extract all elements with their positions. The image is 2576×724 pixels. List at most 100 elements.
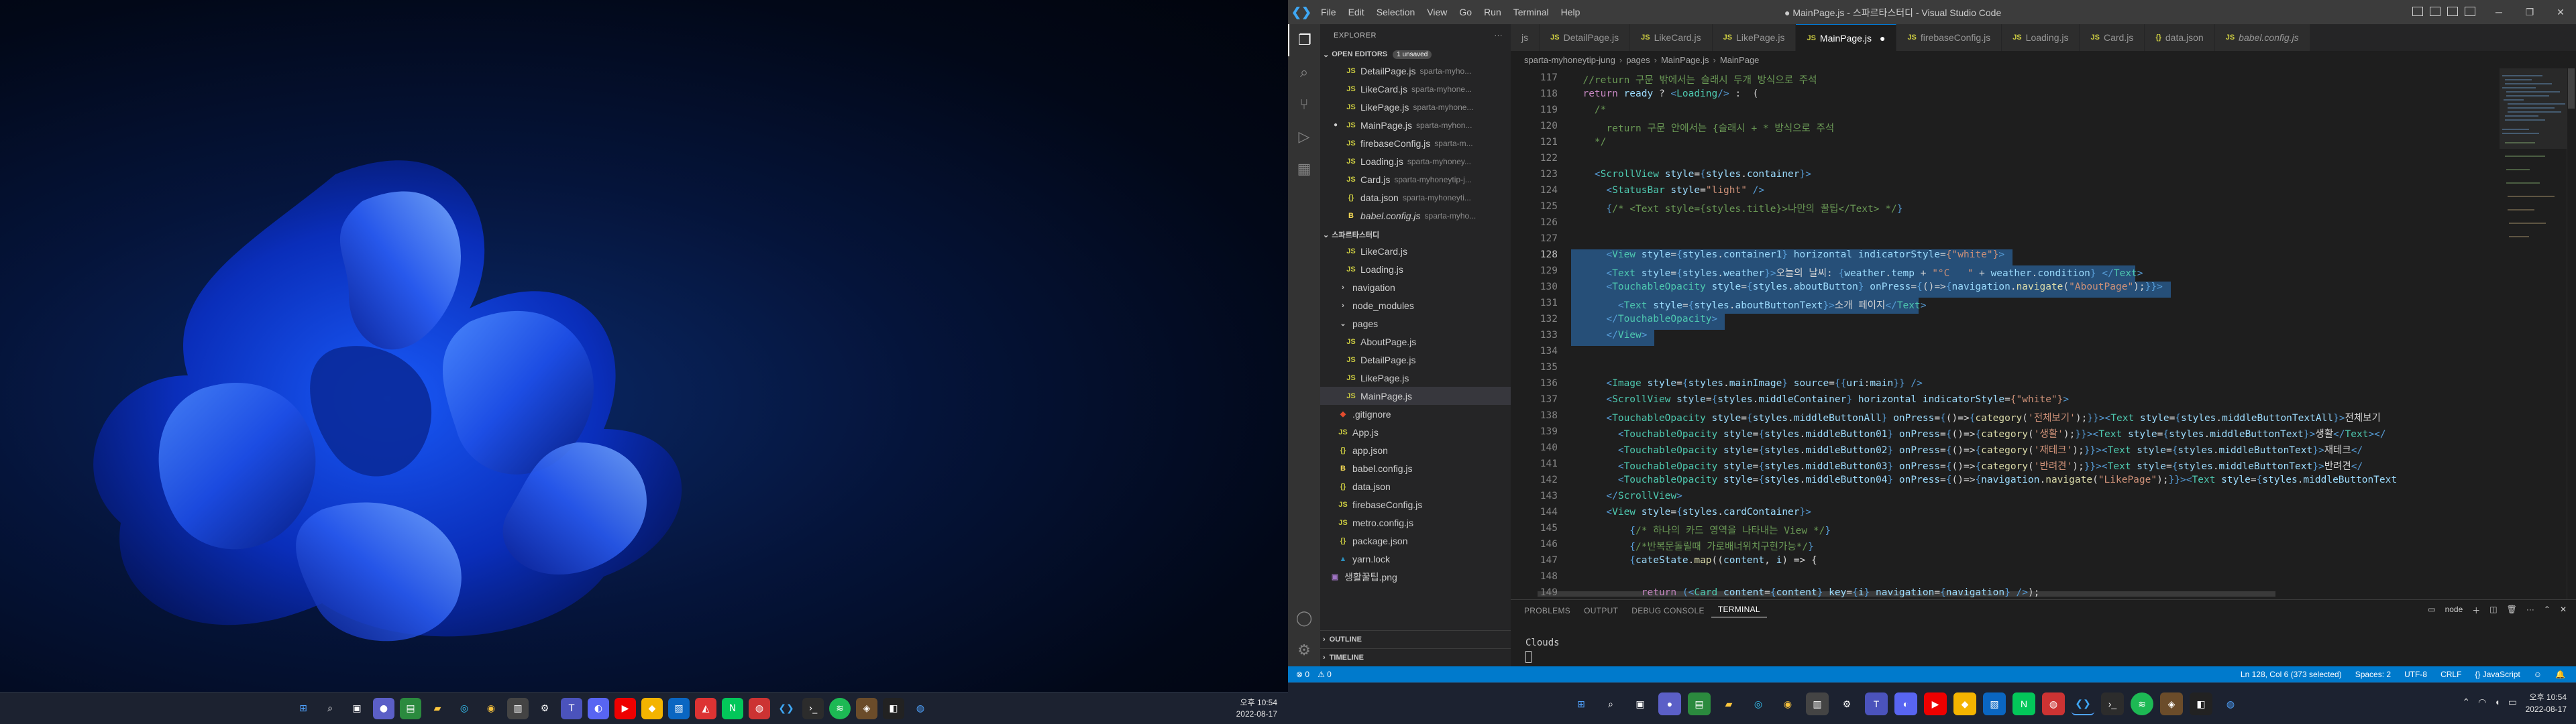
open-editor-item[interactable]: JS DetailPage.js sparta-myho... — [1320, 62, 1511, 80]
chrome-icon[interactable]: ◉ — [1776, 692, 1799, 715]
language-mode[interactable]: {} JavaScript — [2475, 670, 2520, 679]
file-tree-item[interactable]: {} package.json — [1320, 532, 1511, 550]
store-icon[interactable]: ▤ — [1688, 692, 1711, 715]
toggle-panel-icon[interactable] — [2430, 7, 2440, 16]
code-line[interactable]: <TouchableOpacity style={styles.middleBu… — [1571, 426, 2386, 440]
kill-terminal-icon[interactable]: 🗑 — [2507, 605, 2517, 616]
terminal-output[interactable]: Clouds — [1525, 638, 1560, 648]
wifi-icon[interactable]: ◠ — [2478, 697, 2486, 708]
unsaved-dot-icon[interactable]: ● — [1880, 33, 1885, 44]
tab-firebaseconfig-js[interactable]: JS firebaseConfig.js — [1896, 24, 2002, 51]
file-tree-item[interactable]: › node_modules — [1320, 296, 1511, 314]
code-line[interactable]: {/*반복문돌릴때 가로배너위치구현가능*/} — [1571, 539, 1814, 553]
browser-icon[interactable]: ◍ — [2219, 692, 2242, 715]
notification-app-icon[interactable]: ◍ — [749, 698, 770, 719]
breadcrumb-item[interactable]: sparta-myhoneytip-jung — [1524, 55, 1615, 65]
youtube-icon[interactable]: ▶ — [614, 698, 636, 719]
terminal-icon[interactable]: ›_ — [2101, 692, 2124, 715]
vscode-icon[interactable]: ❮❯ — [775, 698, 797, 719]
file-tree-item[interactable]: JS AboutPage.js — [1320, 333, 1511, 351]
terminal-shell-icon[interactable]: ▭ — [2428, 605, 2435, 616]
notifications-bell-icon[interactable]: 🔔 — [2555, 670, 2565, 679]
tab-likecard-js[interactable]: JS LikeCard.js — [1630, 24, 1713, 51]
folder-icon[interactable]: ▰ — [1717, 692, 1740, 715]
vscode-icon[interactable]: ❮❯ — [2072, 692, 2094, 715]
search-icon[interactable]: ⌕ — [1288, 56, 1320, 88]
code-line[interactable]: <Text style={styles.aboutButtonText}>소개 … — [1571, 298, 1927, 312]
menu-item-terminal[interactable]: Terminal — [1507, 7, 1555, 17]
open-editor-item[interactable]: JS firebaseConfig.js sparta-m... — [1320, 134, 1511, 152]
start-icon[interactable]: ⊞ — [1570, 692, 1593, 715]
breadcrumb-item[interactable]: MainPage.js — [1661, 55, 1709, 65]
panel-tab-output[interactable]: OUTPUT — [1577, 606, 1625, 615]
code-line[interactable]: <View style={styles.cardContainer}> — [1571, 507, 1811, 518]
code-line[interactable]: {/* <Text style={styles.title}>나만의 꿀팁</T… — [1571, 201, 1902, 215]
account-icon[interactable]: ◯ — [1288, 602, 1320, 634]
file-tree-item[interactable]: JS Loading.js — [1320, 260, 1511, 278]
app-dark-icon[interactable]: ◧ — [883, 698, 904, 719]
code-line[interactable]: <TouchableOpacity style={styles.middleBu… — [1571, 442, 2363, 457]
code-line[interactable]: {cateState.map((content, i) => { — [1571, 555, 1817, 566]
discord-icon[interactable]: ◐ — [1894, 692, 1917, 715]
tab-loading-js[interactable]: JS Loading.js — [2002, 24, 2080, 51]
file-tree-item[interactable]: › navigation — [1320, 278, 1511, 296]
code-line[interactable]: <StatusBar style="light" /> — [1571, 185, 1764, 196]
settings-icon[interactable]: ⚙ — [534, 698, 555, 719]
file-tree-item[interactable]: ▣ 생활꿀팁.png — [1320, 568, 1511, 586]
more-actions-icon[interactable]: ··· — [2526, 605, 2534, 616]
tab-babel-config-js[interactable]: JS babel.config.js — [2214, 24, 2310, 51]
code-line[interactable]: <TouchableOpacity style={styles.middleBu… — [1571, 459, 2363, 473]
teams-icon[interactable]: T — [561, 698, 582, 719]
volume-icon[interactable]: ◖ — [2494, 697, 2500, 708]
workspace-header[interactable]: ⌄ 스파르타스터디 — [1320, 227, 1511, 242]
menu-item-view[interactable]: View — [1421, 7, 1453, 17]
file-tree-item[interactable]: ▲ yarn.lock — [1320, 550, 1511, 568]
open-editor-item[interactable]: JS Card.js sparta-myhoneytip-j... — [1320, 170, 1511, 188]
manage-gear-icon[interactable]: ⚙ — [1288, 634, 1320, 666]
open-editor-item[interactable]: ● JS MainPage.js sparta-myhon... — [1320, 116, 1511, 134]
feedback-icon[interactable]: ☺ — [2534, 670, 2542, 679]
breadcrumb-item[interactable]: MainPage — [1720, 55, 1760, 65]
app-icon[interactable]: ◭ — [695, 698, 716, 719]
photos-icon[interactable]: ▨ — [1983, 692, 2006, 715]
file-tree-item[interactable]: JS firebaseConfig.js — [1320, 495, 1511, 514]
file-tree-item[interactable]: {} data.json — [1320, 477, 1511, 495]
file-tree-item[interactable]: JS LikeCard.js — [1320, 242, 1511, 260]
code-line[interactable]: <View style={styles.container1} horizont… — [1571, 249, 2004, 260]
toggle-secondary-sidebar-icon[interactable] — [2447, 7, 2458, 16]
menu-item-go[interactable]: Go — [1453, 7, 1478, 17]
line-ending[interactable]: CRLF — [2440, 670, 2461, 679]
code-line[interactable]: return 구문 안에서는 {슬래시 + * 방식으로 주석 — [1571, 121, 1834, 135]
naver-icon[interactable]: N — [722, 698, 743, 719]
naver-icon[interactable]: N — [2012, 692, 2035, 715]
customize-layout-icon[interactable] — [2465, 7, 2475, 16]
breadcrumb-item[interactable]: pages — [1626, 55, 1650, 65]
file-tree-item[interactable]: Bbabel.config.js — [1320, 459, 1511, 477]
search-icon[interactable]: ⌕ — [319, 698, 341, 719]
code-line[interactable]: </View> — [1571, 330, 1647, 341]
chevron-up-icon[interactable]: ⌃ — [2462, 697, 2470, 708]
menu-item-run[interactable]: Run — [1478, 7, 1507, 17]
extensions-icon[interactable]: ▦ — [1288, 153, 1320, 185]
minimap[interactable] — [2500, 68, 2567, 599]
explorer-icon[interactable]: ❐ — [1288, 24, 1320, 56]
youtube-icon[interactable]: ▶ — [1924, 692, 1947, 715]
file-tree-item[interactable]: JS DetailPage.js — [1320, 351, 1511, 369]
close-panel-icon[interactable]: ✕ — [2560, 605, 2567, 616]
close-icon[interactable]: ✕ — [2545, 7, 2576, 18]
code-line[interactable]: <Text style={styles.weather}>오늘의 날씨: {we… — [1571, 265, 2143, 280]
code-line[interactable]: /* — [1571, 105, 1606, 115]
discord-icon[interactable]: ◐ — [588, 698, 609, 719]
open-editor-item[interactable]: Bbabel.config.js sparta-myho... — [1320, 206, 1511, 225]
code-line[interactable]: {/* 하나의 카드 영역을 나타내는 View */} — [1571, 523, 1831, 537]
photos-icon[interactable]: ▨ — [668, 698, 690, 719]
chat-icon[interactable]: ● — [373, 698, 394, 719]
tab-js[interactable]: js — [1511, 24, 1540, 51]
left-taskbar-clock[interactable]: 오후 10:54 2022-08-17 — [1236, 697, 1277, 720]
menu-item-selection[interactable]: Selection — [1371, 7, 1421, 17]
cursor-position[interactable]: Ln 128, Col 6 (373 selected) — [2241, 670, 2342, 679]
file-tree-item[interactable]: JS MainPage.js — [1320, 387, 1511, 405]
code-line[interactable]: <ScrollView style={styles.middleContaine… — [1571, 394, 2069, 405]
code-line[interactable]: <TouchableOpacity style={styles.middleBu… — [1571, 410, 2381, 424]
open-editors-header[interactable]: ⌄ OPEN EDITORS 1 unsaved — [1320, 47, 1511, 62]
